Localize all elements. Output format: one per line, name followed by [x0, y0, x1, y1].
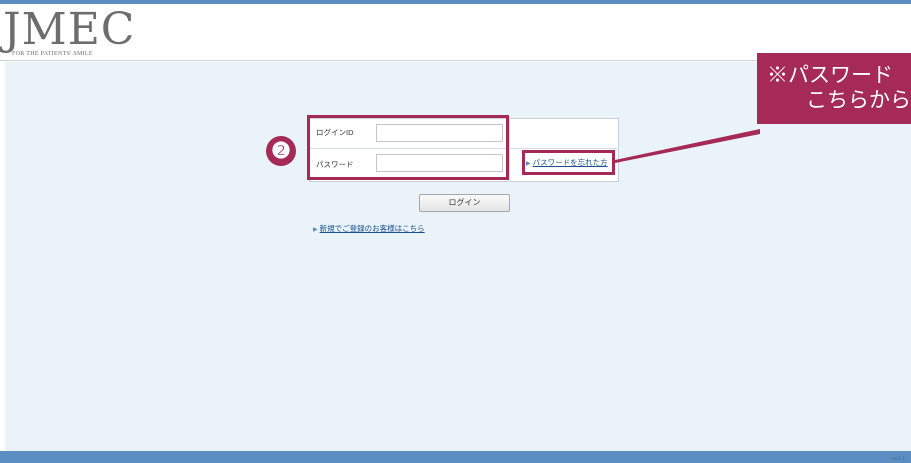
callout-text: ※パスワード こちらから: [767, 63, 911, 113]
callout-line1: ※パスワード: [767, 64, 893, 87]
footer-bar: [0, 451, 911, 463]
callout-line2: こちらから: [806, 89, 911, 112]
callout-box: ※パスワード こちらから: [757, 53, 911, 124]
version-label: ver1.1: [891, 456, 905, 462]
